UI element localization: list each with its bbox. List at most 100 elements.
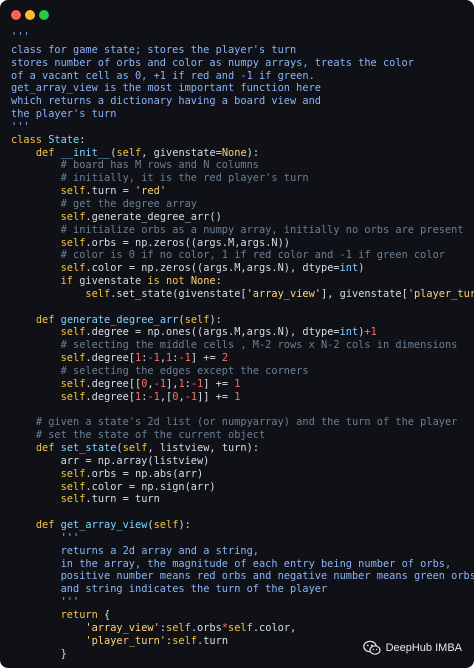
code-token: self [116,146,142,159]
code-token: ''' [11,120,30,133]
code-token: None [190,275,216,288]
code-token: is not [147,275,191,288]
watermark: DeepHub IMBA [362,640,462,656]
code-token: -1 [178,352,191,365]
code-line: self.color = np.sign(arr) [11,481,474,494]
code-token: .color = np.sign(arr) [85,480,216,493]
code-token: of a vacant cell as 0, +1 if red and -1 … [11,69,315,82]
code-token: -1 [153,377,167,390]
code-token: { [104,608,111,621]
code-line: in the array, the magnitude of each entr… [11,558,474,571]
watermark-text: DeepHub IMBA [385,642,462,654]
code-token: 1 [234,377,241,390]
code-token: givenstate [79,275,148,288]
code-token: ) [358,262,365,275]
code-token: -1 [147,390,160,403]
code-token: # initially, it is the red player's turn [60,172,309,185]
code-line: arr = np.array(listview) [11,455,474,468]
code-token: # selecting the edges except the corners [60,364,309,377]
code-line: # initialize orbs as a numpy array, init… [11,224,474,237]
code-line: ''' [11,532,474,545]
code-token: 2 [221,352,229,365]
code-token: 1 [234,390,241,403]
code-line: ''' [11,121,474,134]
code-token: self [60,262,86,275]
maximize-window-button[interactable] [39,10,49,20]
code-token: self [60,390,86,403]
code-token: .degree[ [85,390,136,403]
code-token: self [60,493,86,506]
code-token: : [215,275,222,288]
code-token: return [60,608,105,621]
code-token: the player's turn [11,108,117,121]
code-line: class State: [11,134,474,147]
minimize-window-button[interactable] [25,10,35,20]
code-token: get_array_view [60,519,148,532]
code-token: .orbs = np.abs(arr) [85,467,204,480]
code-token: and string indicates the turn of the pla… [60,583,328,596]
code-line: self.generate_degree_arr() [11,211,474,224]
code-line: # given a state's 2d list (or numpyarray… [11,416,474,429]
code-token: ''' [60,596,80,609]
close-window-button[interactable] [11,10,21,20]
code-token: # selecting the middle cells , M-2 rows … [60,339,458,352]
code-token: .orbs [190,621,222,634]
code-token: self [228,621,253,634]
code-token: ''' [60,531,80,544]
code-token: self [60,210,86,223]
code-token: .color, [252,621,297,634]
code-token: , givenstate= [141,146,222,159]
code-line: self.set_state(givenstate['array_view'],… [11,288,474,301]
window-titlebar [0,0,474,28]
code-token: self [60,377,86,390]
code-token: self [153,519,179,532]
code-token: .degree = np.ones((args.M,args.N), dtype… [85,326,340,339]
code-token: self [60,326,86,339]
code-token: ''' [11,31,30,43]
code-token: 'player_turn' [407,287,474,300]
code-line: and string indicates the turn of the pla… [11,583,474,596]
code-line: which returns a dictionary having a boar… [11,95,474,108]
code-line: if givenstate is not None: [11,275,474,288]
code-token: .set_state(givenstate[ [110,287,247,300]
wechat-icon [362,640,381,655]
code-token: arr = np.array(listview) [11,454,210,467]
code-token: class [11,133,49,146]
code-line: self.orbs = np.abs(arr) [11,468,474,481]
code-line: get_array_view is the most important fun… [11,82,474,95]
code-token: # board has M rows and N columns [60,159,259,172]
code-line: def get_array_view(self): [11,519,474,532]
code-line: self.orbs = np.zeros((args.M,args.N)) [11,237,474,250]
code-token: generate_degree_arr [60,313,179,326]
code-token: self [60,352,86,365]
code-token: class for game state; stores the player'… [11,43,297,56]
code-token: .turn = turn [85,493,160,506]
code-token: self [166,621,191,634]
code-token: } [11,647,67,660]
code-line: return { [11,609,474,622]
code-window: ''' class for game state; stores the play… [0,0,474,668]
code-line: 'array_view':self.orbs*self.color, [11,622,474,635]
code-token: self [60,467,86,480]
code-token: .degree[[ [85,377,142,390]
code-token: int [339,262,359,275]
code-line: # selecting the edges except the corners [11,365,474,378]
